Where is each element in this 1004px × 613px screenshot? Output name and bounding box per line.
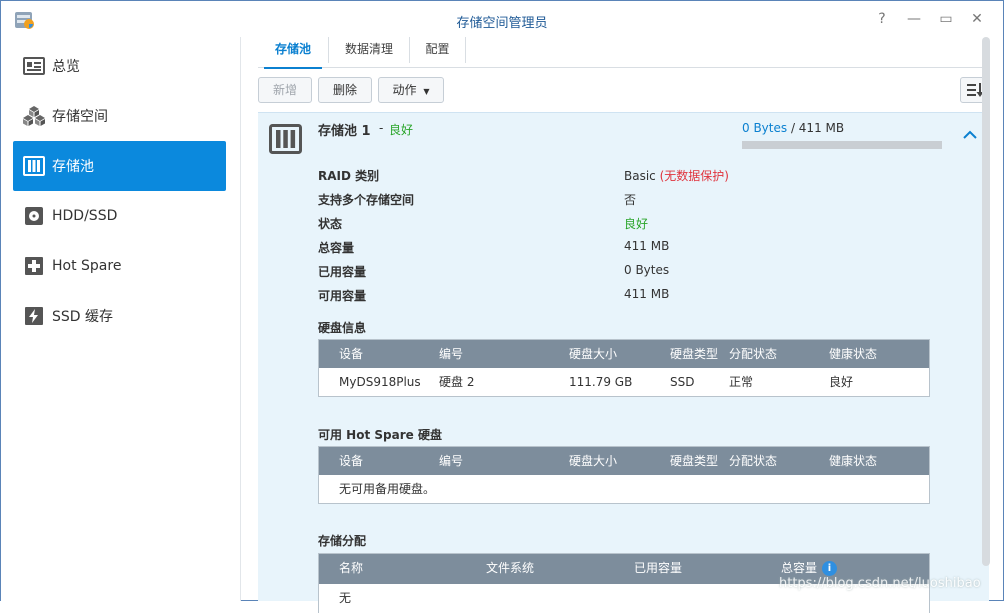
column-header[interactable]: 已用容量: [634, 554, 682, 582]
app-window: 存储空间管理员 ? — ▭ ✕ 总览 存储空间 存储池 HDD/SSD Hot …: [0, 0, 1004, 613]
column-header[interactable]: 健康状态: [829, 340, 877, 368]
pool-name-separator: -: [379, 121, 384, 135]
window-title: 存储空间管理员: [456, 16, 548, 31]
allocation-title: 存储分配: [318, 534, 367, 548]
sidebar-item-label: 存储池: [52, 159, 94, 175]
detail-value: 良好: [624, 217, 649, 231]
tab-settings[interactable]: 配置: [410, 37, 465, 68]
minimize-button[interactable]: —: [905, 10, 923, 28]
main-content: 存储池 数据清理 配置 新增 删除 动作 ▼ 存储池 1 - 良好 0 Byte…: [242, 37, 1004, 613]
sidebar-item-label: SSD 缓存: [52, 309, 114, 325]
action-dropdown[interactable]: 动作 ▼: [378, 77, 444, 103]
title-bar: 存储空间管理员 ? — ▭ ✕: [1, 1, 1003, 37]
pool-total: / 411 MB: [787, 121, 845, 135]
action-label: 动作: [392, 83, 417, 97]
column-header[interactable]: 硬盘大小: [569, 340, 617, 368]
table-cell-health: 良好: [829, 375, 854, 389]
detail-label: 可用容量: [318, 289, 367, 303]
disk-info-title: 硬盘信息: [318, 321, 367, 335]
pool-usage-bar: [742, 141, 942, 149]
sidebar-item-storage-pool[interactable]: 存储池: [13, 141, 226, 191]
info-icon[interactable]: i: [822, 561, 837, 576]
column-header[interactable]: 设备: [339, 340, 363, 368]
column-header[interactable]: 分配状态: [729, 447, 777, 475]
caret-down-icon: ▼: [423, 87, 430, 96]
column-header[interactable]: 编号: [439, 340, 463, 368]
hot-spare-plus-icon: [23, 255, 45, 277]
sort-list-icon: [966, 83, 983, 97]
ssd-cache-bolt-icon: [23, 305, 45, 327]
table-header: 设备 编号 硬盘大小 硬盘类型 分配状态 健康状态: [319, 447, 929, 475]
column-header[interactable]: 名称: [339, 554, 363, 582]
disk-icon: [23, 205, 45, 227]
column-header[interactable]: 硬盘类型: [670, 340, 718, 368]
table-cell-type: SSD: [670, 375, 695, 389]
sidebar-item-hdd-ssd[interactable]: HDD/SSD: [13, 191, 226, 241]
vertical-scrollbar[interactable]: [982, 37, 990, 566]
pool-used: 0 Bytes: [742, 121, 788, 135]
column-header[interactable]: 硬盘类型: [670, 447, 718, 475]
sidebar-item-ssd-cache[interactable]: SSD 缓存: [13, 291, 226, 341]
column-header[interactable]: 编号: [439, 447, 463, 475]
detail-value: 否: [624, 193, 637, 207]
tab-storage-pool[interactable]: 存储池: [258, 37, 328, 69]
detail-value: Basic (无数据保护): [624, 167, 729, 184]
watermark: https://blog.csdn.net/luoshibao: [779, 576, 981, 591]
empty-message: 无可用备用硬盘。: [339, 482, 436, 496]
pool-status: 良好: [389, 123, 414, 137]
detail-value: 0 Bytes: [624, 263, 670, 277]
hot-spare-table: 设备 编号 硬盘大小 硬盘类型 分配状态 健康状态 无可用备用硬盘。: [318, 446, 930, 504]
raid-type-value: Basic: [624, 169, 656, 183]
sidebar-item-overview[interactable]: 总览: [13, 41, 226, 91]
tab-bar: 存储池 数据清理 配置: [258, 37, 988, 69]
detail-label: RAID 类别: [318, 169, 380, 183]
storage-pool-panel: 存储池 1 - 良好 0 Bytes / 411 MB RAID 类别 Basi…: [258, 112, 989, 613]
column-header[interactable]: 设备: [339, 447, 363, 475]
detail-value: 411 MB: [624, 239, 670, 253]
volume-cubes-icon: [23, 105, 45, 127]
column-header[interactable]: 文件系统: [486, 554, 534, 582]
help-button[interactable]: ?: [873, 10, 891, 28]
disk-info-table: 设备 编号 硬盘大小 硬盘类型 分配状态 健康状态 MyDS918Plus 硬盘…: [318, 339, 930, 397]
tab-data-scrubbing[interactable]: 数据清理: [329, 37, 409, 68]
tab-divider: [465, 37, 466, 63]
column-header[interactable]: 分配状态: [729, 340, 777, 368]
sidebar-item-label: Hot Spare: [52, 258, 122, 274]
column-header[interactable]: 健康状态: [829, 447, 877, 475]
raid-protection-note: (无数据保护): [659, 169, 729, 183]
table-cell-name: 无: [339, 591, 352, 605]
detail-label: 状态: [318, 217, 343, 231]
table-header: 设备 编号 硬盘大小 硬盘类型 分配状态 健康状态: [319, 340, 929, 368]
pool-usage-text: 0 Bytes / 411 MB: [742, 121, 844, 135]
table-cell-size: 111.79 GB: [569, 375, 633, 389]
detail-label: 支持多个存储空间: [318, 193, 415, 207]
overview-icon: [23, 55, 45, 77]
sidebar-item-label: 存储空间: [52, 109, 108, 125]
table-cell-allocation: 正常: [729, 375, 754, 389]
maximize-button[interactable]: ▭: [937, 10, 955, 28]
storage-pool-large-icon: [269, 124, 302, 154]
hot-spare-title: 可用 Hot Spare 硬盘: [318, 428, 442, 442]
detail-label: 已用容量: [318, 265, 367, 279]
table-cell-id: 硬盘 2: [439, 375, 475, 389]
sidebar-item-hot-spare[interactable]: Hot Spare: [13, 241, 226, 291]
pool-name: 存储池 1: [318, 124, 371, 139]
sidebar-item-label: 总览: [52, 59, 80, 75]
collapse-chevron-icon[interactable]: [963, 129, 979, 145]
sidebar-item-label: HDD/SSD: [52, 208, 118, 224]
close-button[interactable]: ✕: [968, 10, 986, 28]
delete-button[interactable]: 删除: [318, 77, 372, 103]
table-cell-device: MyDS918Plus: [339, 375, 421, 389]
sidebar-item-volume[interactable]: 存储空间: [13, 91, 226, 141]
detail-label: 总容量: [318, 241, 355, 255]
detail-value: 411 MB: [624, 287, 670, 301]
add-button[interactable]: 新增: [258, 77, 312, 103]
storage-pool-icon: [23, 155, 45, 177]
column-header[interactable]: 硬盘大小: [569, 447, 617, 475]
sidebar: 总览 存储空间 存储池 HDD/SSD Hot Spare SSD 缓存: [1, 37, 241, 601]
